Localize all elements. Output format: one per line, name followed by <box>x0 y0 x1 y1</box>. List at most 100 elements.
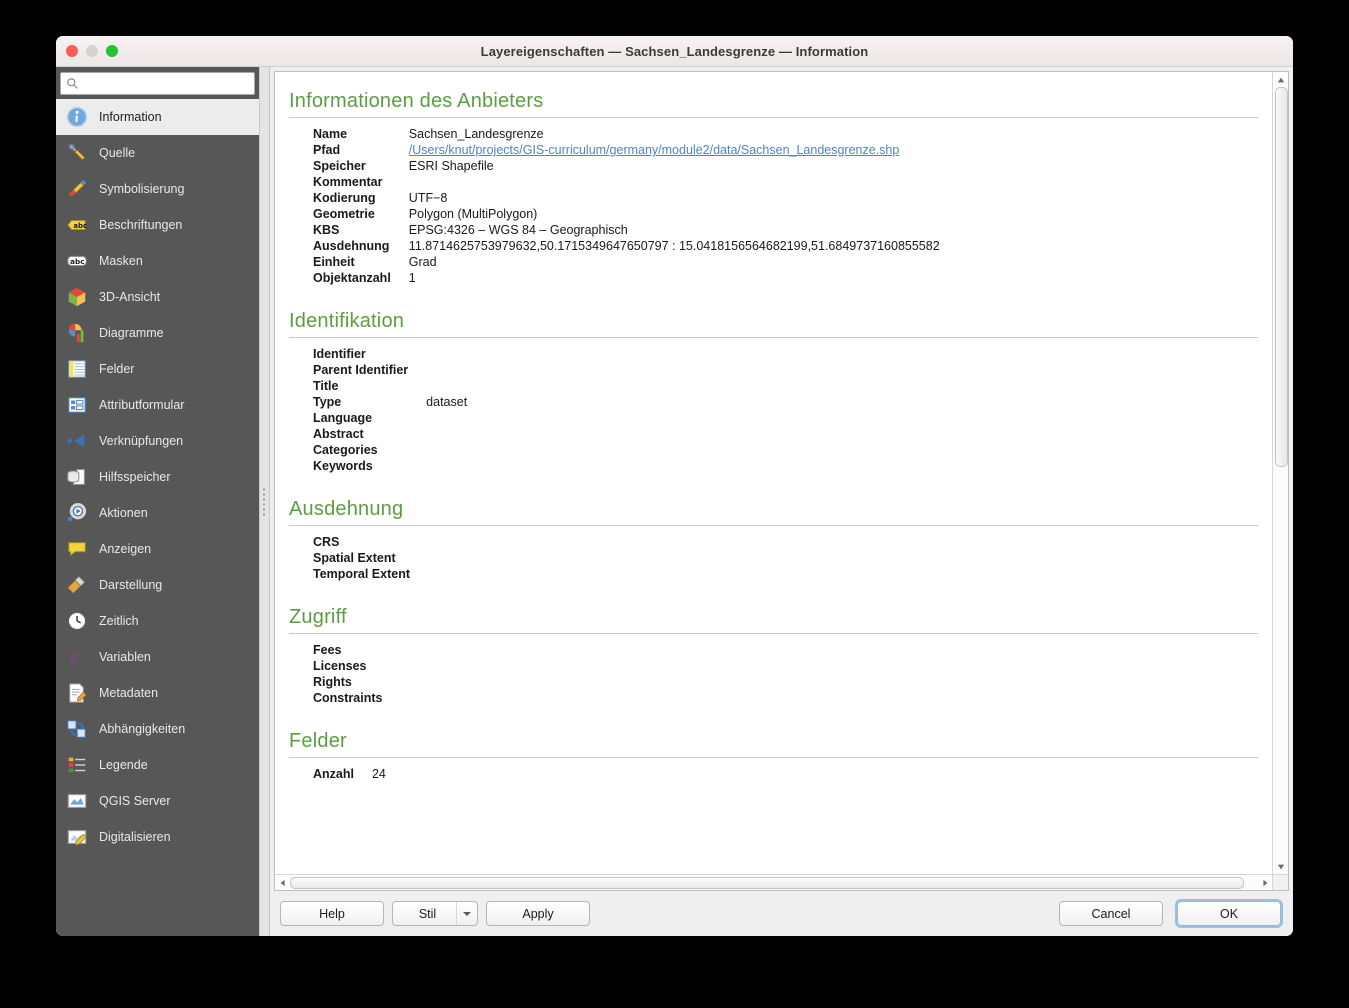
sidebar-item-label: Abhängigkeiten <box>99 722 186 736</box>
apply-button[interactable]: Apply <box>486 901 590 926</box>
identification-table: Identifier Parent Identifier Title Type d… <box>313 346 467 474</box>
close-button[interactable] <box>66 45 78 57</box>
row-key: Spatial Extent <box>313 551 396 565</box>
cancel-button[interactable]: Cancel <box>1059 901 1163 926</box>
window-titlebar: Layereigenschaften — Sachsen_Landesgrenz… <box>56 36 1293 67</box>
sidebar-item-information[interactable]: Information <box>56 99 259 135</box>
sidebar-item-darstellung[interactable]: Darstellung <box>56 567 259 603</box>
table-row: Abstract <box>313 426 467 442</box>
minimize-button[interactable] <box>86 45 98 57</box>
row-key: Rights <box>313 675 352 689</box>
row-key: Temporal Extent <box>313 567 411 581</box>
row-value: dataset <box>426 395 468 409</box>
sidebar-item-label: Beschriftungen <box>99 218 183 232</box>
ok-button[interactable]: OK <box>1177 901 1281 926</box>
sidebar-item-beschriftungen[interactable]: abc Beschriftungen <box>56 207 259 243</box>
sidebar-item-aktionen[interactable]: Aktionen <box>56 495 259 531</box>
row-value: UTF−8 <box>408 191 448 205</box>
window-controls <box>66 45 118 57</box>
vertical-scroll-thumb[interactable] <box>1275 87 1288 467</box>
row-key: Keywords <box>313 459 373 473</box>
document-row: Informationen des Anbieters Name Sachsen_… <box>275 72 1288 874</box>
row-key: Licenses <box>313 659 367 673</box>
help-button[interactable]: Help <box>280 901 384 926</box>
sidebar-item-label: QGIS Server <box>99 794 171 808</box>
row-value: Sachsen_Landesgrenze <box>408 127 544 141</box>
section-title: Ausdehnung <box>289 498 404 520</box>
section-title: Zugriff <box>289 606 347 628</box>
row-value <box>426 442 467 458</box>
table-row: Einheit Grad <box>313 254 940 270</box>
table-row: CRS <box>313 534 428 550</box>
sidebar-item-verknuepfungen[interactable]: Verknüpfungen <box>56 423 259 459</box>
scroll-up-arrow-icon[interactable] <box>1273 72 1288 87</box>
search-box[interactable] <box>60 72 255 95</box>
content-column: Informationen des Anbieters Name Sachsen_… <box>270 67 1293 936</box>
row-key: Parent Identifier <box>313 363 409 377</box>
layer-properties-window: Layereigenschaften — Sachsen_Landesgrenz… <box>56 36 1293 936</box>
horizontal-scroll-thumb[interactable] <box>290 877 1244 889</box>
table-fields-icon <box>65 357 89 381</box>
row-key: Kommentar <box>313 175 383 189</box>
vertical-scroll-track[interactable] <box>1273 87 1288 859</box>
table-row: Objektanzahl 1 <box>313 270 940 286</box>
section-title: Felder <box>289 730 347 752</box>
sidebar-item-3d-ansicht[interactable]: 3D-Ansicht <box>56 279 259 315</box>
horizontal-scroll-track[interactable] <box>290 875 1257 890</box>
provider-info-table: Name Sachsen_Landesgrenze Pfad/Users/knut… <box>313 126 940 286</box>
row-value: 1 <box>408 271 416 285</box>
row-key: Language <box>313 411 373 425</box>
row-value <box>426 346 467 362</box>
sidebar-item-attributformular[interactable]: Attributformular <box>56 387 259 423</box>
scroll-left-arrow-icon[interactable] <box>275 875 290 890</box>
access-table: Fees Licenses Rights Constraints <box>313 642 400 706</box>
table-row: Licenses <box>313 658 400 674</box>
search-icon <box>66 77 79 90</box>
sidebar-item-anzeigen[interactable]: Anzeigen <box>56 531 259 567</box>
sidebar-item-legende[interactable]: Legende <box>56 747 259 783</box>
row-value: 24 <box>371 767 386 781</box>
scroll-right-arrow-icon[interactable] <box>1257 875 1272 890</box>
table-row: Name Sachsen_Landesgrenze <box>313 126 940 142</box>
section-ausdehnung: Ausdehnung CRS Spatial Extent Temporal E… <box>289 498 1258 582</box>
sidebar-item-metadaten[interactable]: Metadaten <box>56 675 259 711</box>
dependencies-icon <box>65 717 89 741</box>
row-key: Categories <box>313 443 378 457</box>
window-body: Information Quelle Symbolisierung abc Be… <box>56 67 1293 936</box>
sidebar-item-variablen[interactable]: ε Variablen <box>56 639 259 675</box>
clock-icon <box>65 609 89 633</box>
sidebar-item-label: Digitalisieren <box>99 830 171 844</box>
vertical-scrollbar[interactable] <box>1272 72 1288 874</box>
sidebar-item-hilfsspeicher[interactable]: Hilfsspeicher <box>56 459 259 495</box>
sidebar-item-label: Aktionen <box>99 506 148 520</box>
sidebar-splitter[interactable] <box>260 67 270 936</box>
zoom-button[interactable] <box>106 45 118 57</box>
sidebar-item-digitalisieren[interactable]: Digitalisieren <box>56 819 259 855</box>
table-row: Type dataset <box>313 394 467 410</box>
row-key: Identifier <box>313 347 366 361</box>
table-row: Constraints <box>313 690 400 706</box>
wrench-icon <box>65 141 89 165</box>
sidebar-item-masken[interactable]: abc Masken <box>56 243 259 279</box>
sidebar-item-symbolisierung[interactable]: Symbolisierung <box>56 171 259 207</box>
mask-abc-icon: abc <box>65 249 89 273</box>
section-divider <box>289 757 1258 758</box>
sidebar-item-felder[interactable]: Felder <box>56 351 259 387</box>
sidebar-item-diagramme[interactable]: Diagramme <box>56 315 259 351</box>
path-link[interactable]: /Users/knut/projects/GIS-curriculum/germ… <box>409 143 900 157</box>
row-value <box>426 410 467 426</box>
scroll-down-arrow-icon[interactable] <box>1273 859 1288 874</box>
sidebar-item-zeitlich[interactable]: Zeitlich <box>56 603 259 639</box>
search-input[interactable] <box>79 75 249 92</box>
sidebar-item-quelle[interactable]: Quelle <box>56 135 259 171</box>
row-key: Constraints <box>313 691 383 705</box>
gear-play-icon <box>65 501 89 525</box>
sidebar-item-qgis-server[interactable]: QGIS Server <box>56 783 259 819</box>
sidebar-item-label: Metadaten <box>99 686 159 700</box>
horizontal-scrollbar[interactable] <box>275 874 1288 890</box>
database-icon <box>65 465 89 489</box>
sidebar-item-abhaengigkeiten[interactable]: Abhängigkeiten <box>56 711 259 747</box>
section-divider <box>289 337 1258 338</box>
style-dropdown-button[interactable]: Stil <box>392 901 478 926</box>
